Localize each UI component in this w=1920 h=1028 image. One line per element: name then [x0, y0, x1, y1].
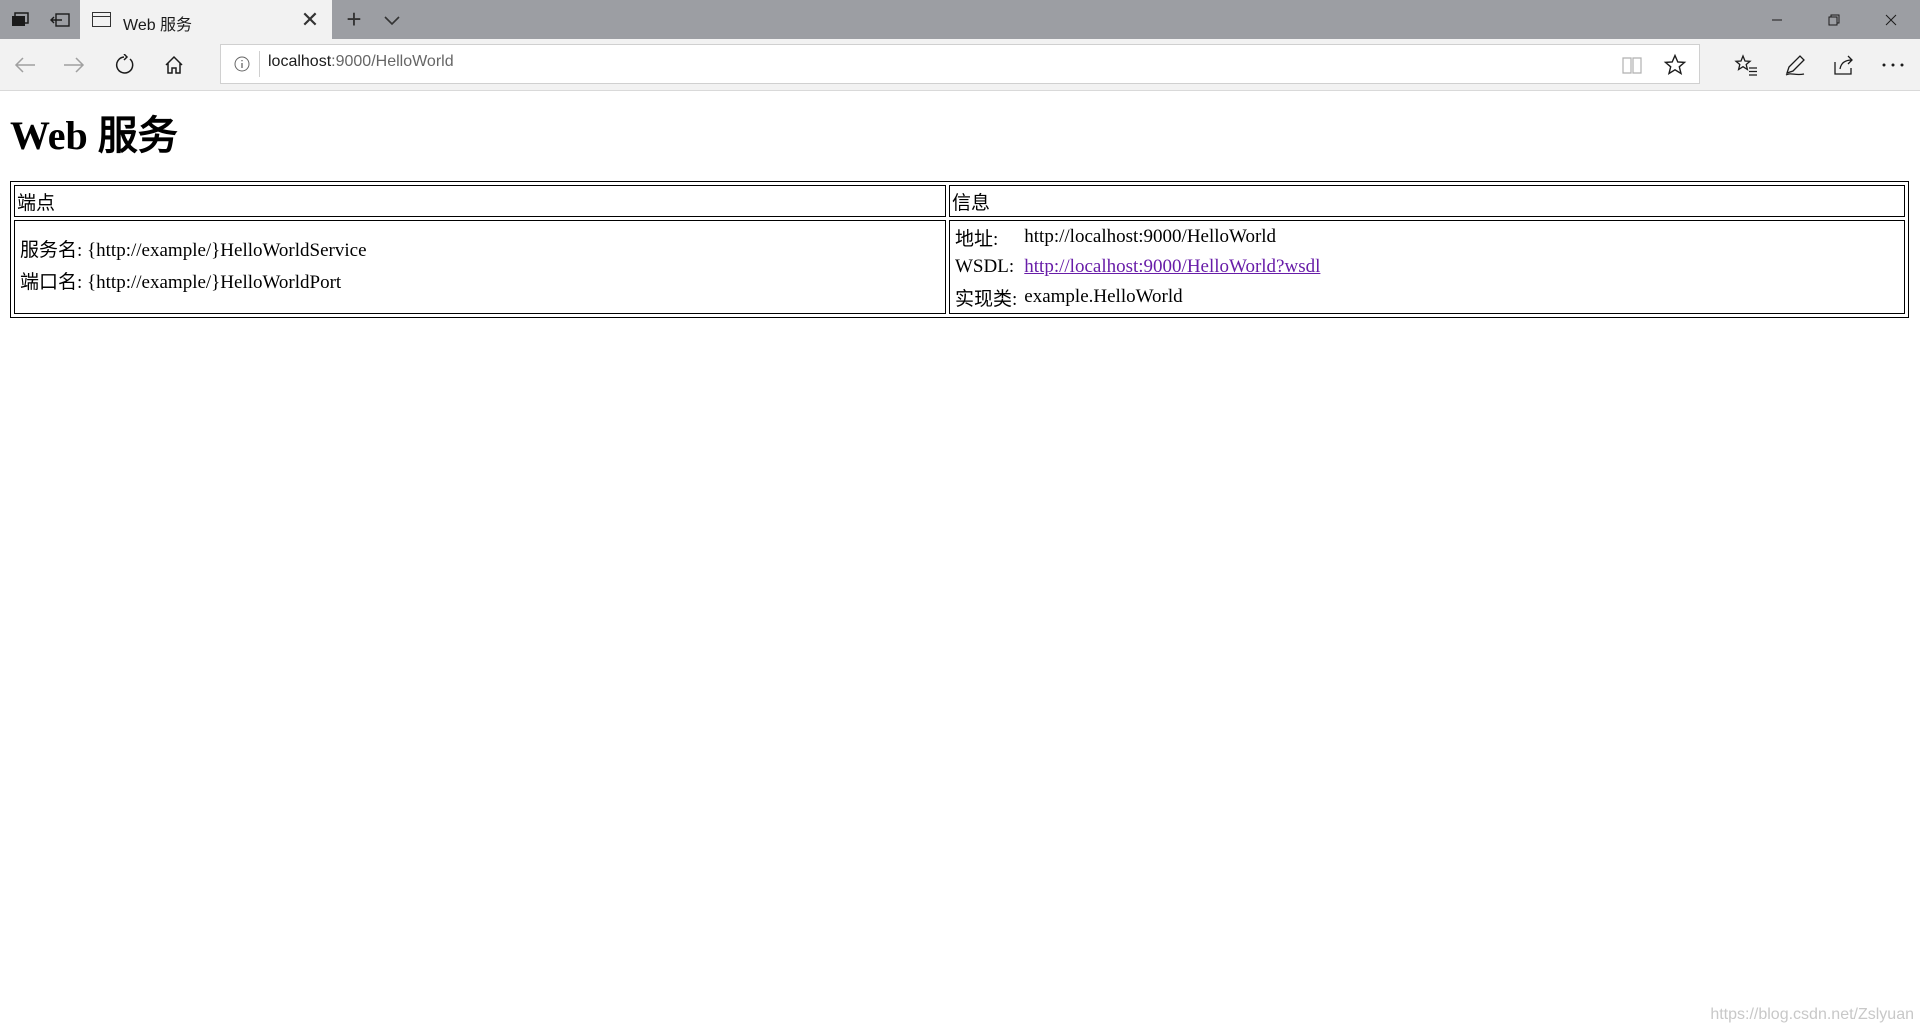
info-cell: 地址: http://localhost:9000/HelloWorld WSD…: [949, 220, 1905, 314]
page-icon: [92, 12, 111, 27]
impl-row: 实现类: example.HelloWorld: [952, 282, 1324, 312]
info-icon[interactable]: [234, 56, 250, 72]
address-divider: [259, 51, 260, 77]
home-icon[interactable]: [154, 45, 194, 85]
reading-view-icon[interactable]: [1621, 54, 1643, 76]
address-value: http://localhost:9000/HelloWorld: [1024, 226, 1277, 247]
address-row: 地址: http://localhost:9000/HelloWorld: [952, 222, 1324, 252]
tab-title: Web 服务: [123, 17, 193, 34]
url-host: localhost: [268, 53, 332, 70]
wsdl-link[interactable]: http://localhost:9000/HelloWorld?wsdl: [1024, 256, 1320, 277]
endpoint-table: 端点 信息 服务名: {http://example/}HelloWorldSe…: [10, 181, 1909, 318]
info-table: 地址: http://localhost:9000/HelloWorld WSD…: [952, 222, 1324, 312]
restore-icon[interactable]: [1806, 0, 1862, 39]
star-icon[interactable]: [1663, 53, 1687, 77]
port-name-line: 端口名: {http://example/}HelloWorldPort: [20, 267, 940, 299]
forward-arrow-icon[interactable]: [54, 45, 94, 85]
service-name-label: 服务名:: [20, 240, 83, 261]
tab-actions-icon[interactable]: [0, 0, 40, 39]
close-window-icon[interactable]: [1863, 0, 1919, 39]
tab-web-service[interactable]: Web 服务 ✕: [80, 0, 332, 39]
endpoint-cell: 服务名: {http://example/}HelloWorldService …: [14, 220, 946, 314]
port-name-value: {http://example/}HelloWorldPort: [87, 272, 342, 293]
minimize-icon[interactable]: [1749, 0, 1805, 39]
new-tab-icon[interactable]: +: [339, 3, 369, 36]
header-endpoint: 端点: [14, 185, 946, 217]
page-title: Web 服务: [10, 113, 178, 158]
browser-titlebar: Web 服务 ✕ +: [0, 0, 1920, 39]
browser-toolbar: localhost:9000/HelloWorld: [0, 39, 1920, 91]
impl-label: 实现类:: [955, 288, 1018, 310]
table-row: 服务名: {http://example/}HelloWorldService …: [14, 220, 1905, 314]
address-label: 地址:: [955, 228, 999, 250]
more-icon[interactable]: [1871, 45, 1915, 85]
wsdl-cell: http://localhost:9000/HelloWorld?wsdl: [1021, 252, 1324, 282]
url-text[interactable]: localhost:9000/HelloWorld: [268, 53, 454, 71]
wsdl-row: WSDL: http://localhost:9000/HelloWorld?w…: [952, 252, 1324, 282]
chevron-down-icon[interactable]: [378, 6, 406, 34]
pen-icon[interactable]: [1773, 45, 1817, 85]
header-info: 信息: [949, 185, 1905, 217]
impl-value: example.HelloWorld: [1024, 286, 1183, 307]
port-name-label: 端口名:: [20, 272, 83, 293]
back-arrow-icon[interactable]: [5, 45, 45, 85]
service-name-value: {http://example/}HelloWorldService: [87, 240, 367, 261]
url-path: :9000/HelloWorld: [331, 53, 454, 70]
service-name-line: 服务名: {http://example/}HelloWorldService: [20, 235, 940, 267]
close-tab-icon[interactable]: ✕: [298, 7, 322, 33]
table-header-row: 端点 信息: [14, 185, 1905, 217]
refresh-icon[interactable]: [104, 45, 144, 85]
wsdl-label: WSDL:: [955, 256, 1015, 277]
set-tabs-aside-icon[interactable]: [40, 0, 80, 39]
favorites-icon[interactable]: [1724, 45, 1768, 85]
page-content: Web 服务 端点 信息 服务名: {http://example/}Hello…: [0, 91, 1920, 1028]
share-icon[interactable]: [1822, 45, 1866, 85]
watermark: https://blog.csdn.net/Zslyuan: [1710, 1006, 1914, 1023]
address-bar[interactable]: localhost:9000/HelloWorld: [220, 44, 1700, 84]
